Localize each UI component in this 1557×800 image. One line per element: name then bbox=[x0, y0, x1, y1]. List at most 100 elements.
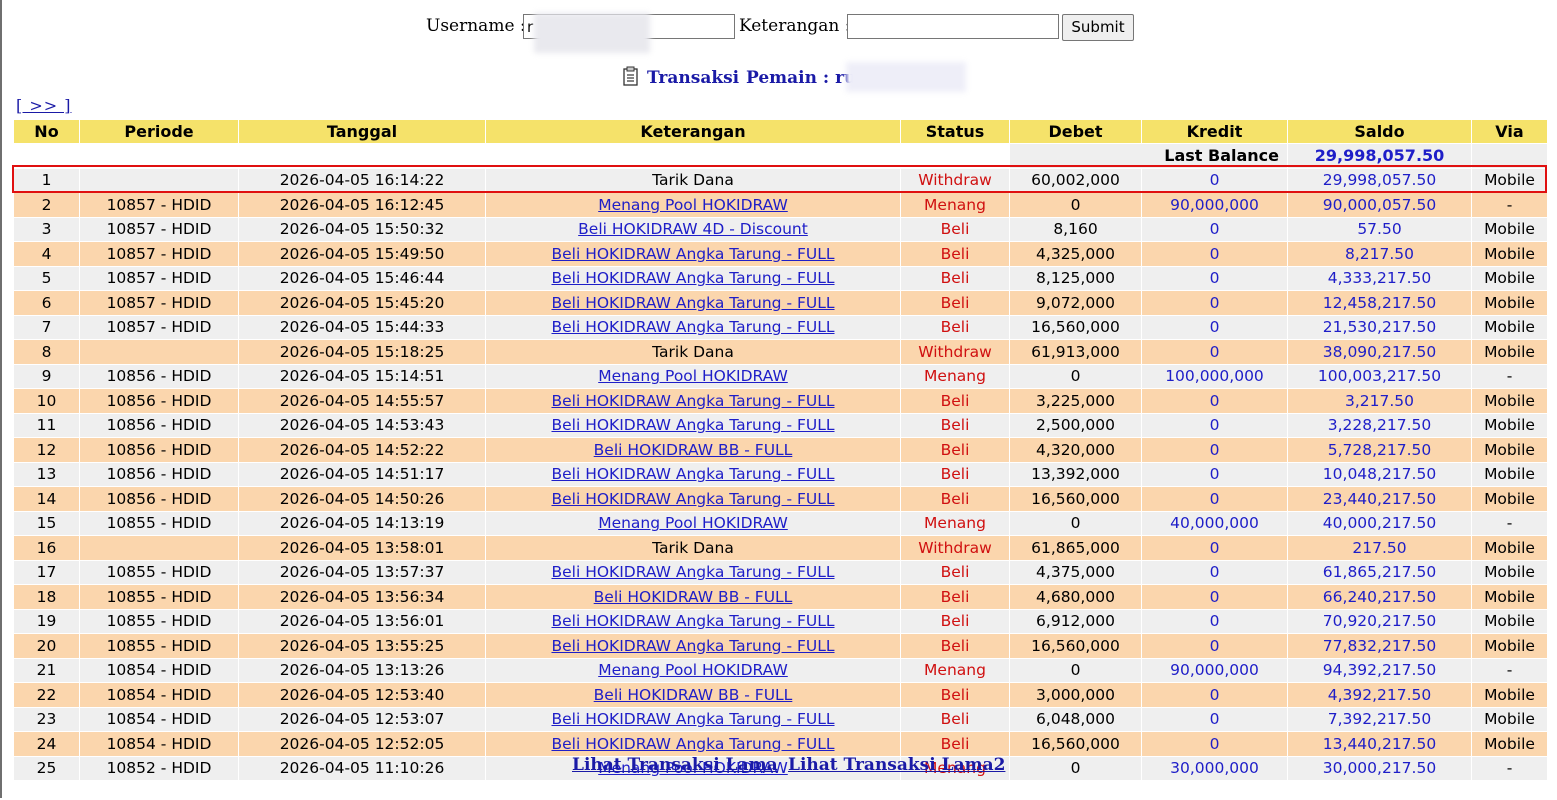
table-row: 21 10854 - HDID 2026-04-05 13:13:26 Menang … bbox=[13, 657, 1548, 683]
cell-no: 20 bbox=[13, 633, 80, 659]
cell-keterangan: Beli HOKIDRAW Angka Tarung - FULL bbox=[485, 633, 901, 659]
cell-periode: 10856 - HDID bbox=[79, 363, 239, 389]
cell-debet: 61,913,000 bbox=[1009, 339, 1142, 365]
cell-saldo: 38,090,217.50 bbox=[1287, 339, 1472, 365]
keterangan-link[interactable]: Menang Pool HOKIDRAW bbox=[598, 661, 788, 679]
cell-periode: 10856 - HDID bbox=[79, 437, 239, 463]
cell-no: 22 bbox=[13, 682, 80, 708]
col-no: No bbox=[13, 119, 80, 144]
col-keterangan: Keterangan bbox=[485, 119, 901, 144]
keterangan-link[interactable]: Beli HOKIDRAW Angka Tarung - FULL bbox=[551, 392, 834, 410]
cell-via: Mobile bbox=[1471, 241, 1548, 267]
cell-periode: 10857 - HDID bbox=[79, 216, 239, 242]
cell-kredit: 0 bbox=[1141, 682, 1288, 708]
keterangan-link[interactable]: Beli HOKIDRAW 4D - Discount bbox=[578, 220, 808, 238]
cell-periode: 10852 - HDID bbox=[79, 755, 239, 781]
cell-no: 1 bbox=[13, 167, 80, 193]
cell-saldo: 217.50 bbox=[1287, 535, 1472, 561]
keterangan-link[interactable]: Menang Pool HOKIDRAW bbox=[598, 196, 788, 214]
keterangan-link[interactable]: Beli HOKIDRAW Angka Tarung - FULL bbox=[551, 269, 834, 287]
keterangan-link[interactable]: Beli HOKIDRAW Angka Tarung - FULL bbox=[551, 245, 834, 263]
keterangan-link[interactable]: Beli HOKIDRAW Angka Tarung - FULL bbox=[551, 465, 834, 483]
cell-debet: 0 bbox=[1009, 363, 1142, 389]
username-label: Username : bbox=[426, 16, 526, 36]
cell-keterangan: Beli HOKIDRAW BB - FULL bbox=[485, 584, 901, 610]
table-row: 11 10856 - HDID 2026-04-05 14:53:43 Beli HO… bbox=[13, 412, 1548, 438]
keterangan-link[interactable]: Beli HOKIDRAW Angka Tarung - FULL bbox=[551, 735, 834, 753]
cell-debet: 16,560,000 bbox=[1009, 633, 1142, 659]
keterangan-link[interactable]: Beli HOKIDRAW Angka Tarung - FULL bbox=[551, 563, 834, 581]
next-page-link[interactable]: [ >> ] bbox=[16, 96, 71, 115]
cell-kredit: 0 bbox=[1141, 437, 1288, 463]
table-row: 9 10856 - HDID 2026-04-05 15:14:51 Menang P… bbox=[13, 363, 1548, 389]
cell-via: Mobile bbox=[1471, 167, 1548, 193]
old-transactions2-link[interactable]: Lihat Transaksi Lama2 bbox=[788, 755, 1005, 775]
keterangan-link[interactable]: Beli HOKIDRAW Angka Tarung - FULL bbox=[551, 416, 834, 434]
table-row: 19 10855 - HDID 2026-04-05 13:56:01 Beli HO… bbox=[13, 608, 1548, 634]
keterangan-link[interactable]: Beli HOKIDRAW Angka Tarung - FULL bbox=[551, 710, 834, 728]
table-row: 16 2026-04-05 13:58:01 Tarik Dana Withdraw 6… bbox=[13, 535, 1548, 561]
cell-keterangan: Beli HOKIDRAW Angka Tarung - FULL bbox=[485, 706, 901, 732]
table-row: 20 10855 - HDID 2026-04-05 13:55:25 Beli HO… bbox=[13, 633, 1548, 659]
cell-tanggal: 2026-04-05 12:52:05 bbox=[238, 731, 486, 757]
keterangan-link[interactable]: Beli HOKIDRAW Angka Tarung - FULL bbox=[551, 612, 834, 630]
col-kredit: Kredit bbox=[1141, 119, 1288, 144]
old-transactions-link[interactable]: Lihat Transaksi Lama bbox=[572, 755, 778, 775]
cell-keterangan: Menang Pool HOKIDRAW bbox=[485, 192, 901, 218]
keterangan-link[interactable]: Beli HOKIDRAW BB - FULL bbox=[594, 588, 793, 606]
keterangan-link[interactable]: Beli HOKIDRAW Angka Tarung - FULL bbox=[551, 294, 834, 312]
keterangan-link[interactable]: Beli HOKIDRAW Angka Tarung - FULL bbox=[551, 490, 834, 508]
cell-status: Beli bbox=[900, 437, 1010, 463]
keterangan-label: Keterangan : bbox=[739, 16, 851, 36]
cell-tanggal: 2026-04-05 13:13:26 bbox=[238, 657, 486, 683]
cell-keterangan: Beli HOKIDRAW Angka Tarung - FULL bbox=[485, 731, 901, 757]
cell-tanggal: 2026-04-05 12:53:07 bbox=[238, 706, 486, 732]
cell-debet: 4,375,000 bbox=[1009, 559, 1142, 585]
cell-tanggal: 2026-04-05 15:14:51 bbox=[238, 363, 486, 389]
table-row: 18 10855 - HDID 2026-04-05 13:56:34 Beli HO… bbox=[13, 584, 1548, 610]
cell-tanggal: 2026-04-05 13:58:01 bbox=[238, 535, 486, 561]
cell-via: Mobile bbox=[1471, 559, 1548, 585]
cell-no: 7 bbox=[13, 314, 80, 340]
keterangan-input[interactable] bbox=[847, 14, 1059, 39]
cell-periode: 10854 - HDID bbox=[79, 657, 239, 683]
keterangan-link[interactable]: Menang Pool HOKIDRAW bbox=[598, 514, 788, 532]
last-balance-row: Last Balance 29,998,057.50 bbox=[13, 143, 1548, 169]
cell-saldo: 90,000,057.50 bbox=[1287, 192, 1472, 218]
keterangan-link[interactable]: Beli HOKIDRAW BB - FULL bbox=[594, 441, 793, 459]
cell-debet: 60,002,000 bbox=[1009, 167, 1142, 193]
page-title: Transaksi Pemain : ru bbox=[0, 62, 1557, 92]
keterangan-link[interactable]: Beli HOKIDRAW Angka Tarung - FULL bbox=[551, 318, 834, 336]
table-row: 17 10855 - HDID 2026-04-05 13:57:37 Beli HO… bbox=[13, 559, 1548, 585]
keterangan-link[interactable]: Beli HOKIDRAW BB - FULL bbox=[594, 686, 793, 704]
cell-keterangan: Beli HOKIDRAW BB - FULL bbox=[485, 437, 901, 463]
cell-saldo: 23,440,217.50 bbox=[1287, 486, 1472, 512]
keterangan-link[interactable]: Menang Pool HOKIDRAW bbox=[598, 367, 788, 385]
cell-debet: 16,560,000 bbox=[1009, 314, 1142, 340]
cell-tanggal: 2026-04-05 16:14:22 bbox=[238, 167, 486, 193]
cell-via: Mobile bbox=[1471, 584, 1548, 610]
cell-kredit: 90,000,000 bbox=[1141, 192, 1288, 218]
cell-via: Mobile bbox=[1471, 731, 1548, 757]
cell-via: Mobile bbox=[1471, 706, 1548, 732]
table-row: 10 10856 - HDID 2026-04-05 14:55:57 Beli HO… bbox=[13, 388, 1548, 414]
cell-keterangan: Tarik Dana bbox=[485, 339, 901, 365]
cell-saldo: 94,392,217.50 bbox=[1287, 657, 1472, 683]
cell-kredit: 0 bbox=[1141, 388, 1288, 414]
cell-saldo: 5,728,217.50 bbox=[1287, 437, 1472, 463]
cell-status: Beli bbox=[900, 314, 1010, 340]
cell-saldo: 77,832,217.50 bbox=[1287, 633, 1472, 659]
cell-periode bbox=[79, 535, 239, 561]
cell-no: 17 bbox=[13, 559, 80, 585]
cell-keterangan: Beli HOKIDRAW Angka Tarung - FULL bbox=[485, 461, 901, 487]
last-balance-value: 29,998,057.50 bbox=[1287, 143, 1472, 169]
cell-kredit: 0 bbox=[1141, 731, 1288, 757]
keterangan-link[interactable]: Beli HOKIDRAW Angka Tarung - FULL bbox=[551, 637, 834, 655]
cell-debet: 61,865,000 bbox=[1009, 535, 1142, 561]
cell-saldo: 10,048,217.50 bbox=[1287, 461, 1472, 487]
cell-status: Beli bbox=[900, 412, 1010, 438]
cell-status: Beli bbox=[900, 608, 1010, 634]
submit-button[interactable]: Submit bbox=[1062, 14, 1134, 41]
cell-status: Withdraw bbox=[900, 535, 1010, 561]
cell-periode bbox=[79, 167, 239, 193]
